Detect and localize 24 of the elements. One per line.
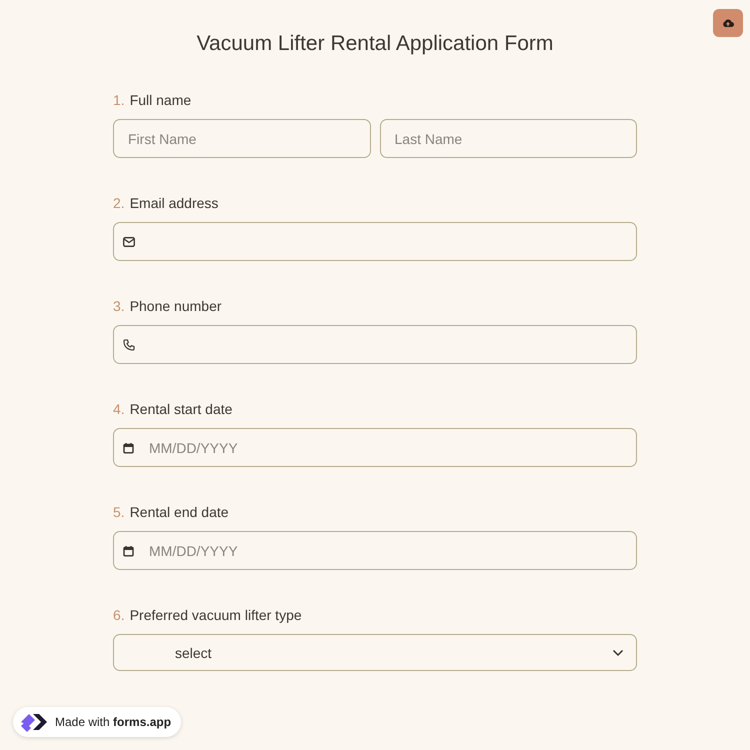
input-field[interactable] (113, 325, 637, 364)
cloud-upload-icon (722, 18, 734, 28)
question-number: 5. (113, 504, 125, 521)
question-number: 2. (113, 195, 125, 212)
question-number: 1. (113, 92, 125, 109)
select-dropdown[interactable]: select (113, 634, 637, 671)
input-field[interactable]: MM/DD/YYYY (113, 531, 637, 570)
question-label: Rental end date (130, 504, 229, 521)
question-label: Phone number (130, 298, 222, 315)
input-field[interactable] (113, 222, 637, 261)
question-label: Preferred vacuum lifter type (130, 607, 302, 624)
question-number: 6. (113, 607, 125, 624)
made-with-badge[interactable]: Made with forms.app (13, 707, 182, 737)
question-number: 4. (113, 401, 125, 418)
input-field[interactable]: First Name (113, 119, 370, 158)
input-field[interactable]: MM/DD/YYYY (113, 428, 637, 467)
input-field[interactable]: Last Name (380, 119, 637, 158)
chevron-down-icon (612, 648, 624, 656)
question-label: Email address (130, 195, 218, 212)
question-label: Full name (130, 92, 192, 109)
cloud-upload-button[interactable] (713, 9, 743, 37)
form-title: Vacuum Lifter Rental Application Form (196, 31, 554, 57)
question-label: Rental start date (130, 401, 232, 418)
question-number: 3. (113, 298, 125, 315)
